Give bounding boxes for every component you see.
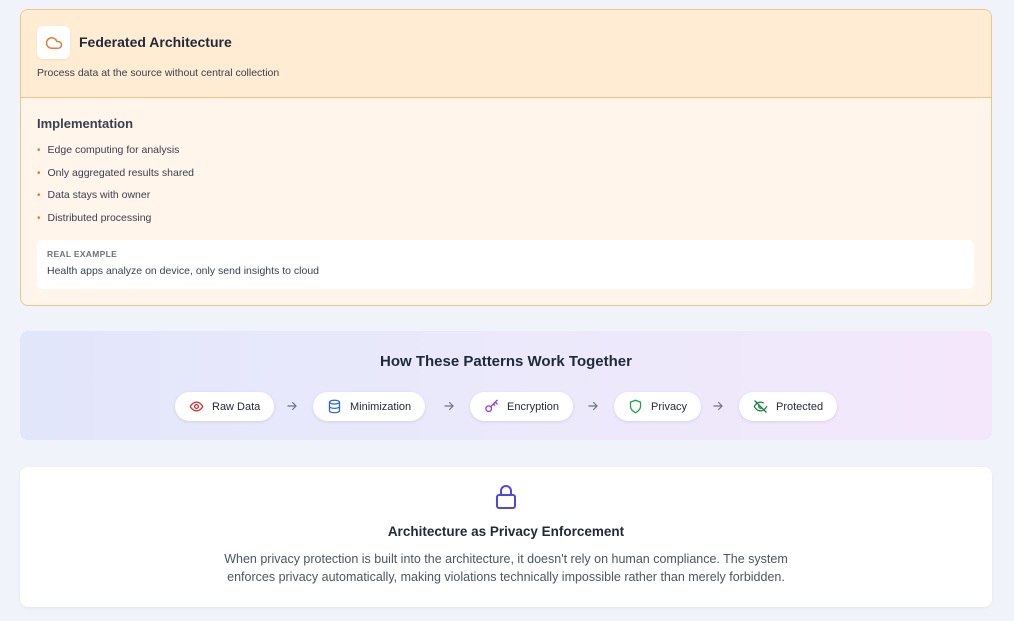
step-label: Raw Data	[212, 400, 261, 413]
flow-step-protected[interactable]: Protected	[739, 392, 838, 421]
implementation-heading: Implementation	[37, 116, 134, 131]
step-label: Privacy	[651, 400, 688, 413]
arrow-right-icon	[287, 401, 297, 411]
enforcement-description: When privacy protection is built into th…	[224, 552, 788, 584]
flow-step-encryption[interactable]: Encryption	[470, 392, 573, 421]
enforcement-title: Architecture as Privacy Enforcement	[387, 524, 625, 539]
card-header: Federated Architecture Process data at t…	[21, 10, 991, 98]
lock-icon	[496, 485, 516, 509]
list-item: • Distributed processing	[37, 210, 194, 233]
bullet-icon: •	[37, 212, 41, 224]
flow-step-minimization[interactable]: Minimization	[313, 392, 426, 421]
list-item: • Edge computing for analysis	[37, 142, 194, 165]
bullet-icon: •	[37, 145, 41, 156]
card-title: Federated Architecture	[79, 34, 232, 50]
flow-step-privacy[interactable]: Privacy	[614, 392, 702, 421]
step-label: Encryption	[507, 400, 559, 413]
example-label: REAL EXAMPLE	[47, 249, 118, 259]
implementation-list: • Edge computing for analysis • Only aggre…	[37, 142, 194, 232]
step-label: Minimization	[350, 400, 412, 413]
page: Federated Architecture Process data at t…	[0, 0, 1014, 621]
key-icon	[485, 399, 498, 413]
flow-step-raw-data[interactable]: Raw Data	[175, 392, 275, 421]
database-icon	[328, 399, 341, 414]
list-item: • Data stays with owner	[37, 187, 194, 210]
example-text: Health apps analyze on device, only send…	[47, 265, 320, 277]
cloud-icon	[45, 36, 62, 49]
eye-off-icon	[753, 400, 768, 413]
arrow-right-icon	[588, 401, 598, 411]
federated-architecture-card: Federated Architecture Process data at t…	[20, 9, 992, 306]
bullet-icon: •	[37, 190, 41, 201]
step-label: Protected	[776, 400, 824, 413]
arrow-right-icon	[444, 401, 454, 411]
flow-title: How These Patterns Work Together	[380, 353, 632, 370]
real-example-box: REAL EXAMPLE Health apps analyze on devi…	[37, 240, 974, 289]
arrow-right-icon	[713, 401, 723, 411]
privacy-enforcement-card: Architecture as Privacy Enforcement When…	[20, 467, 992, 607]
patterns-flow-card: How These Patterns Work Together Raw Dat…	[20, 331, 992, 440]
bullet-icon: •	[37, 167, 41, 179]
card-subtitle: Process data at the source without centr…	[37, 67, 280, 79]
list-item: • Only aggregated results shared	[37, 165, 194, 188]
shield-icon	[629, 399, 642, 414]
eye-icon	[189, 401, 204, 412]
cloud-icon-box	[37, 26, 70, 59]
